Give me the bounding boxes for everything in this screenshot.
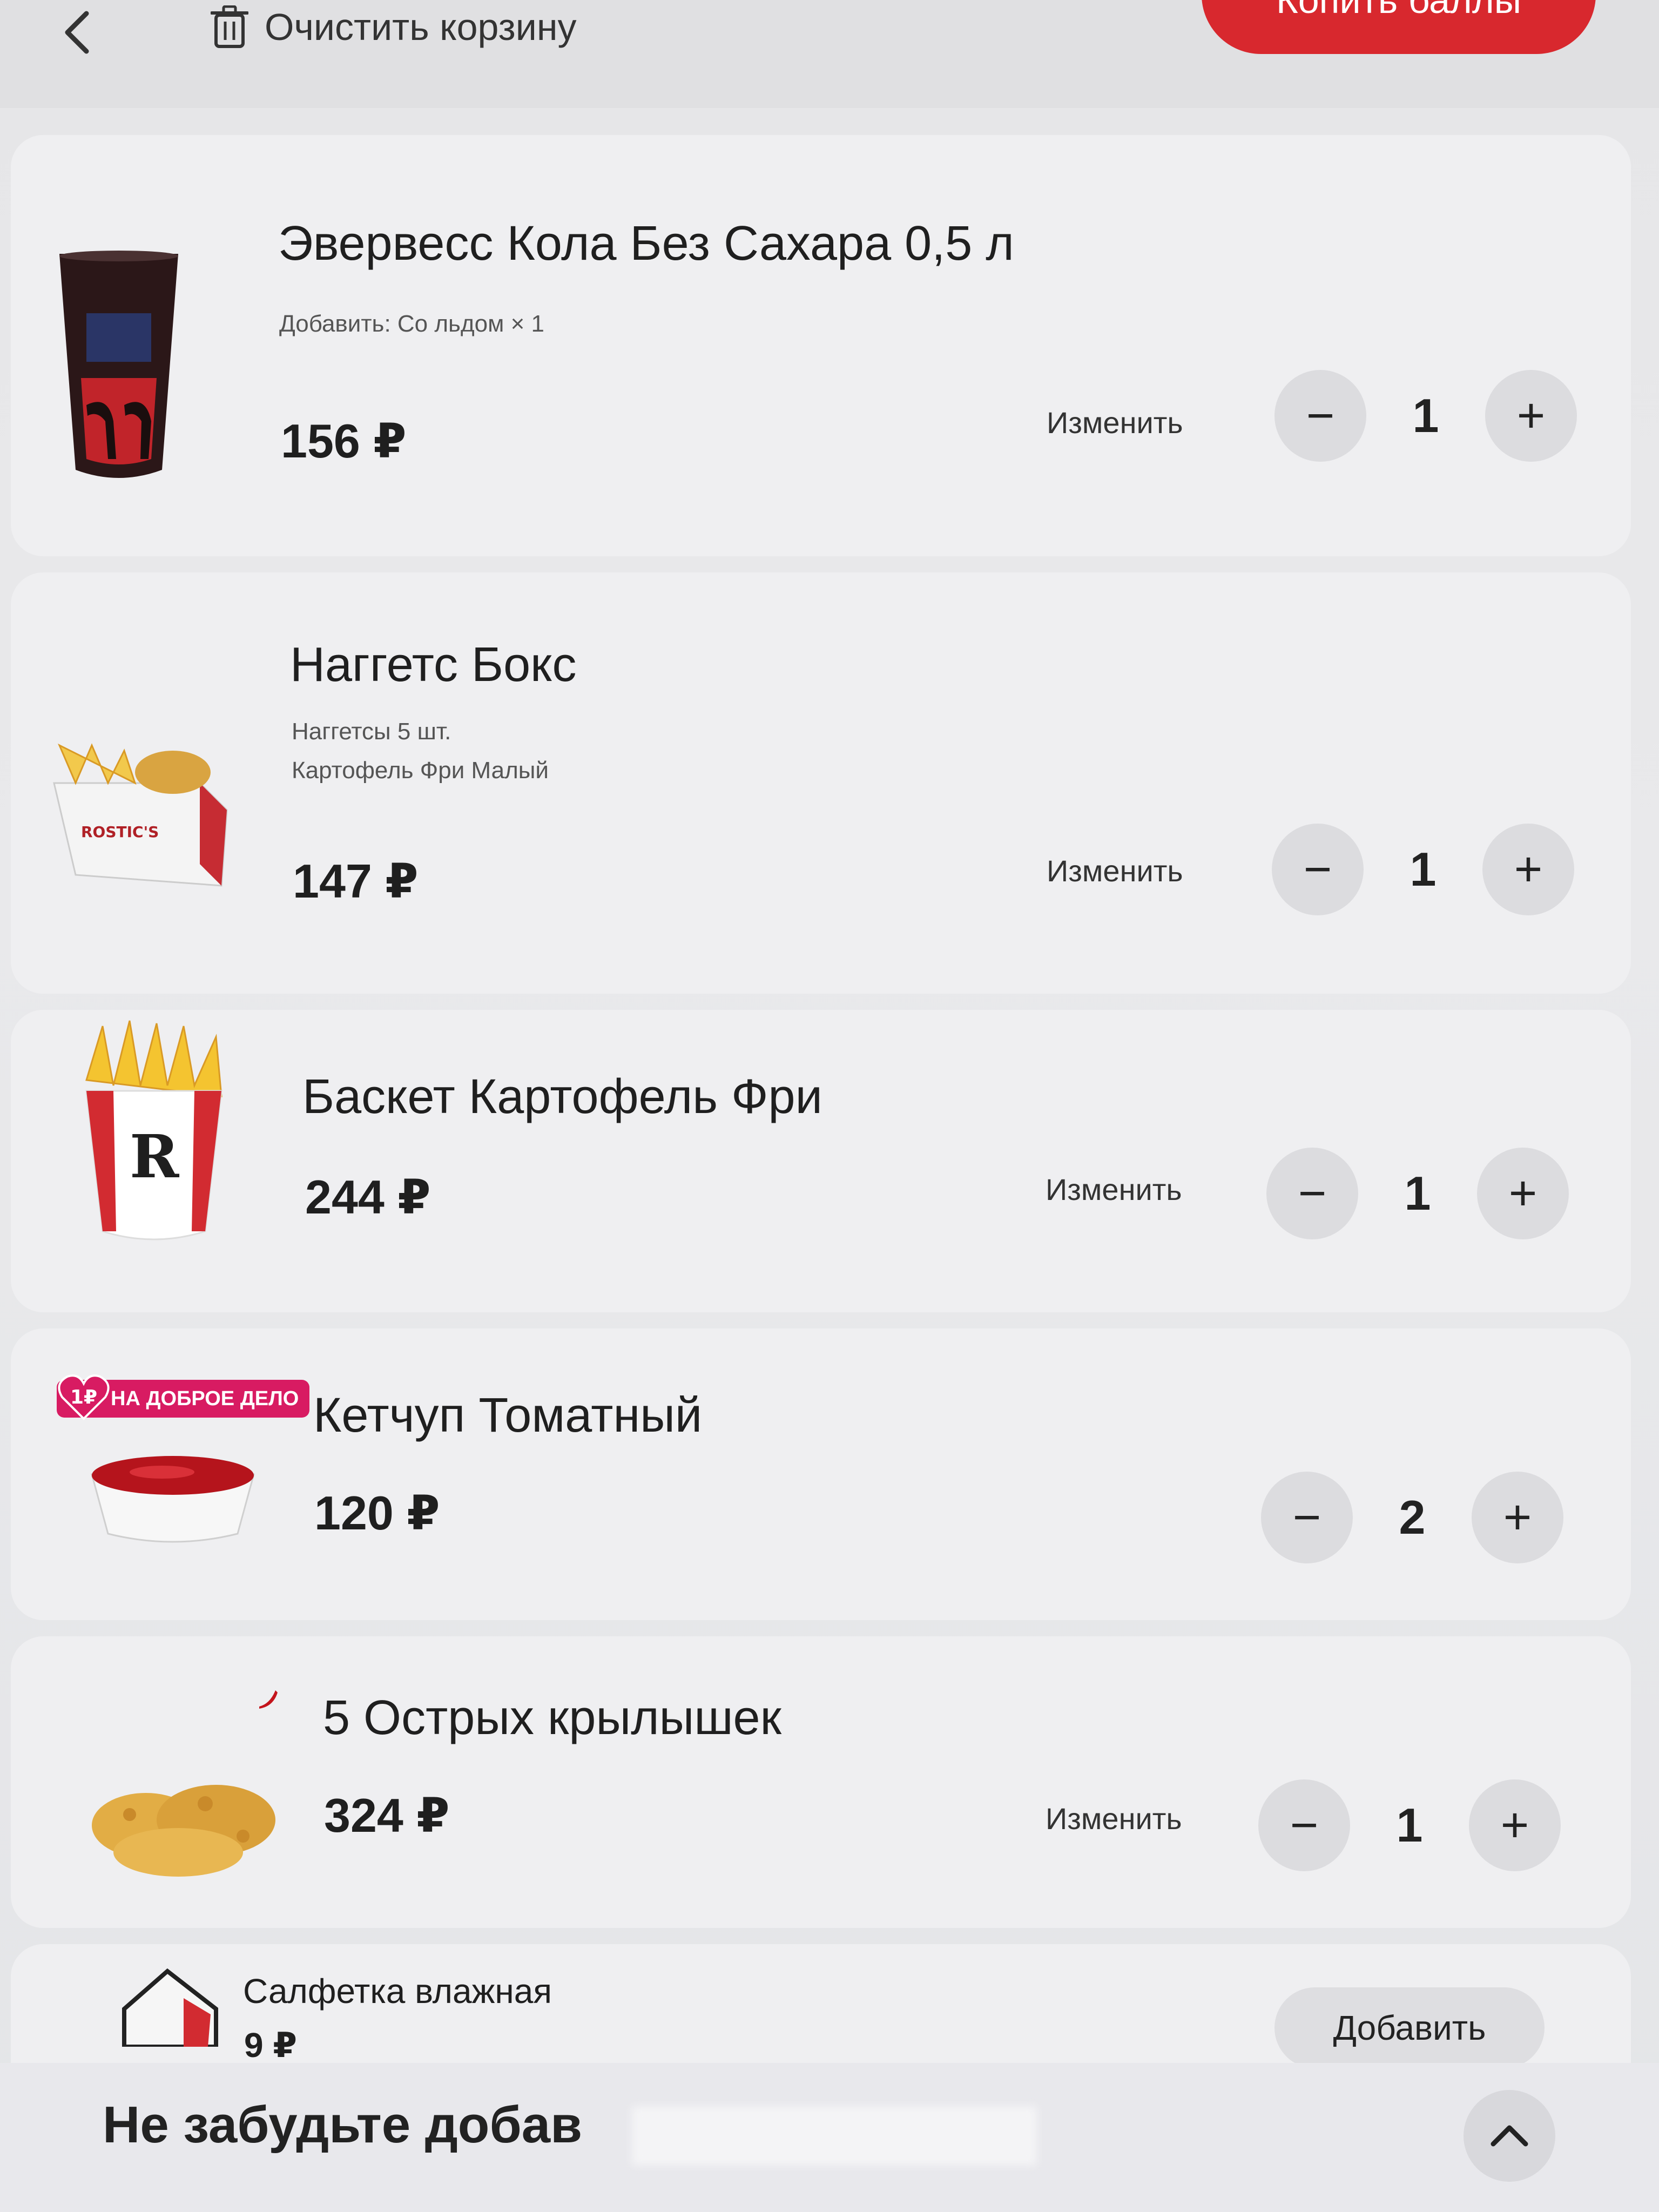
- quantity-value: 2: [1399, 1491, 1426, 1544]
- svg-text:R: R: [130, 1122, 180, 1191]
- increase-button[interactable]: +: [1472, 1472, 1563, 1563]
- quantity-stepper: − 1 +: [1266, 1148, 1569, 1239]
- change-button[interactable]: Изменить: [1046, 1801, 1182, 1836]
- quantity-value: 1: [1404, 1166, 1431, 1220]
- blurred-region: [632, 2106, 1037, 2166]
- minus-icon: −: [1303, 842, 1332, 896]
- decrease-button[interactable]: −: [1272, 824, 1364, 915]
- add-addon-button[interactable]: Добавить: [1274, 1987, 1545, 2068]
- quantity-stepper: − 1 +: [1274, 370, 1577, 462]
- expand-button[interactable]: [1464, 2090, 1555, 2182]
- quantity-value: 1: [1412, 389, 1439, 442]
- increase-button[interactable]: +: [1469, 1779, 1561, 1871]
- addon-title: Салфетка влажная: [243, 1972, 552, 2011]
- item-detail: Картофель Фри Малый: [292, 757, 549, 784]
- decrease-button[interactable]: −: [1261, 1472, 1353, 1563]
- pay-button-label: Копить баллы: [1276, 0, 1522, 21]
- charity-text: НА ДОБРОЕ ДЕЛО: [111, 1387, 299, 1410]
- item-title: Наггетс Бокс: [290, 638, 577, 692]
- cart-item-fries-basket: R Баскет Картофель Фри 244 ₽ Изменить − …: [11, 1010, 1631, 1312]
- wet-wipe-image: [122, 1968, 218, 2047]
- plus-icon: +: [1508, 1166, 1537, 1220]
- wings-image: [92, 1785, 275, 1877]
- decrease-button[interactable]: −: [1266, 1148, 1358, 1239]
- increase-button[interactable]: +: [1485, 370, 1577, 462]
- increase-button[interactable]: +: [1477, 1148, 1569, 1239]
- cola-cup-image: [59, 251, 178, 478]
- quantity-value: 1: [1396, 1798, 1423, 1852]
- item-title: Баскет Картофель Фри: [302, 1070, 822, 1124]
- quantity-stepper: − 1 +: [1258, 1779, 1561, 1871]
- item-title: Эвервесс Кола Без Сахара 0,5 л: [278, 217, 1014, 271]
- chevron-up-icon: [1491, 2125, 1528, 2147]
- chili-icon: [259, 1690, 278, 1709]
- plus-icon: +: [1516, 389, 1546, 443]
- clear-cart-label: Очистить корзину: [265, 6, 577, 48]
- minus-icon: −: [1290, 1798, 1319, 1852]
- item-price: 147 ₽: [293, 854, 419, 908]
- cart-item-nuggets-box: ROSTIC'S Наггетс Бокс Наггетсы 5 шт. Кар…: [11, 572, 1631, 994]
- change-button[interactable]: Изменить: [1046, 1172, 1182, 1207]
- upsell-bar: Не забудьте добав: [0, 2063, 1659, 2212]
- heart-icon: 1₽: [58, 1374, 110, 1420]
- change-button[interactable]: Изменить: [1047, 853, 1183, 888]
- plus-icon: +: [1503, 1491, 1532, 1545]
- minus-icon: −: [1298, 1166, 1327, 1220]
- minus-icon: −: [1292, 1491, 1321, 1545]
- back-button[interactable]: [57, 5, 100, 59]
- charity-amount: 1₽: [70, 1386, 97, 1408]
- minus-icon: −: [1306, 389, 1335, 443]
- plus-icon: +: [1500, 1798, 1529, 1852]
- item-price: 156 ₽: [281, 414, 407, 468]
- addon-price: 9 ₽: [244, 2026, 297, 2065]
- item-detail: Наггетсы 5 шт.: [292, 718, 451, 745]
- item-price: 120 ₽: [314, 1486, 440, 1540]
- cart-item-spicy-wings: 5 Острых крылышек 324 ₽ Изменить − 1 +: [11, 1636, 1631, 1928]
- cart-item-ketchup: Кетчуп Томатный 120 ₽ − 2 +: [11, 1328, 1631, 1620]
- item-title: Кетчуп Томатный: [313, 1388, 703, 1442]
- charity-badge: 1₽ НА ДОБРОЕ ДЕЛО: [57, 1374, 310, 1420]
- cart-screen: Очистить корзину Копить баллы Эвервесс К…: [0, 0, 1659, 2212]
- increase-button[interactable]: +: [1482, 824, 1574, 915]
- top-bar: Очистить корзину Копить баллы: [0, 0, 1659, 108]
- nuggets-box-image: ROSTIC'S: [53, 743, 228, 887]
- chevron-left-icon: [65, 11, 89, 54]
- item-title: 5 Острых крылышек: [323, 1691, 781, 1745]
- clear-cart-button[interactable]: Очистить корзину: [211, 0, 577, 54]
- ketchup-cup-image: [91, 1456, 255, 1543]
- svg-text:ROSTIC'S: ROSTIC'S: [81, 823, 159, 841]
- quantity-value: 1: [1410, 842, 1437, 896]
- quantity-stepper: − 2 +: [1261, 1472, 1563, 1563]
- fries-basket-image: R: [85, 1020, 222, 1240]
- item-detail: Добавить: Со льдом × 1: [279, 311, 544, 337]
- plus-icon: +: [1514, 842, 1543, 896]
- cart-item-cola: Эвервесс Кола Без Сахара 0,5 л Добавить:…: [11, 135, 1631, 556]
- item-price: 244 ₽: [305, 1170, 431, 1224]
- change-button[interactable]: Изменить: [1047, 405, 1183, 440]
- quantity-stepper: − 1 +: [1272, 824, 1574, 915]
- item-price: 324 ₽: [324, 1789, 450, 1842]
- decrease-button[interactable]: −: [1258, 1779, 1350, 1871]
- trash-icon: [211, 5, 248, 48]
- pay-button[interactable]: Копить баллы: [1202, 0, 1596, 54]
- decrease-button[interactable]: −: [1274, 370, 1366, 462]
- upsell-text: Не забудьте добав: [103, 2096, 583, 2154]
- add-button-label: Добавить: [1333, 2008, 1486, 2047]
